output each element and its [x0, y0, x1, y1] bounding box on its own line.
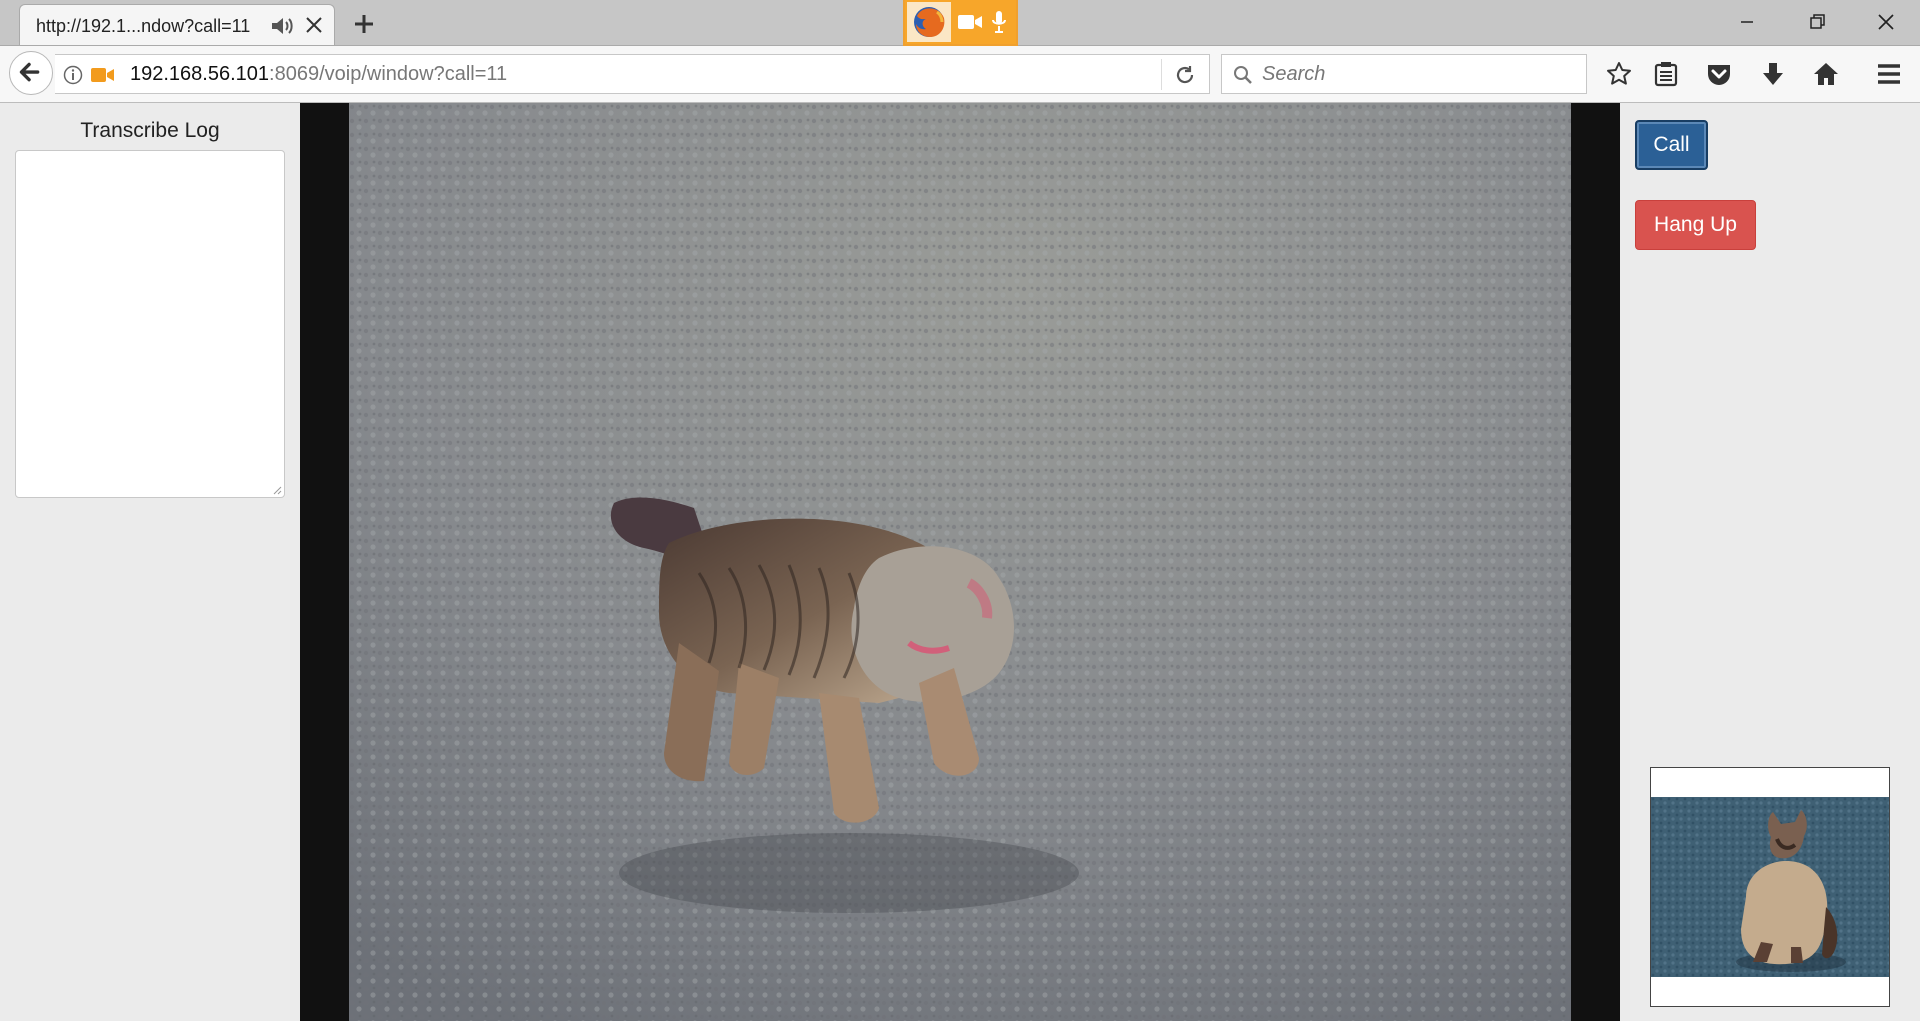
speaker-icon[interactable]: [270, 15, 294, 37]
navigation-bar: 192.168.56.101:8069/voip/window?call=11 …: [0, 46, 1920, 103]
camera-icon[interactable]: [91, 66, 115, 84]
restore-icon[interactable]: [1800, 6, 1834, 38]
home-icon[interactable]: [1812, 60, 1840, 88]
search-placeholder: Search: [1262, 63, 1326, 85]
reload-icon[interactable]: [1174, 64, 1196, 86]
camera-icon: [958, 15, 982, 29]
url-text: 192.168.56.101:8069/voip/window?call=11: [130, 63, 507, 86]
url-bar[interactable]: 192.168.56.101:8069/voip/window?call=11: [55, 54, 1210, 94]
tab-title: http://192.1...ndow?call=11: [36, 16, 251, 36]
local-video-frame: [1651, 797, 1889, 977]
transcribe-log-title: Transcribe Log: [80, 119, 220, 142]
local-video[interactable]: [1650, 767, 1890, 1007]
search-input[interactable]: Search: [1221, 54, 1587, 94]
hang-up-button[interactable]: Hang Up: [1635, 200, 1756, 250]
browser-tab[interactable]: http://192.1...ndow?call=11: [19, 4, 335, 45]
sharing-indicator[interactable]: [903, 0, 1018, 46]
url-path: :8069/voip/window?call=11: [269, 63, 508, 85]
url-host: 192.168.56.101: [130, 63, 270, 85]
remote-video-frame: [349, 103, 1571, 1021]
back-button[interactable]: [9, 51, 53, 95]
window-close-icon[interactable]: [1869, 6, 1903, 38]
close-icon[interactable]: [303, 14, 325, 36]
clipboard-icon[interactable]: [1652, 60, 1680, 88]
info-icon[interactable]: [63, 65, 83, 85]
download-icon[interactable]: [1759, 60, 1787, 88]
hamburger-menu-icon[interactable]: [1875, 60, 1903, 88]
minimize-icon[interactable]: [1730, 6, 1764, 38]
tab-strip: http://192.1...ndow?call=11: [0, 0, 1920, 46]
search-icon: [1234, 66, 1252, 84]
new-tab-icon[interactable]: [350, 10, 378, 38]
firefox-icon: [907, 2, 951, 42]
resize-grip-icon[interactable]: [270, 483, 282, 495]
remote-video[interactable]: [300, 103, 1620, 1021]
call-button[interactable]: Call: [1635, 120, 1708, 170]
pocket-icon[interactable]: [1705, 60, 1733, 88]
page-content: Transcribe Log Call Hang Up: [0, 103, 1920, 1021]
microphone-icon: [992, 11, 1006, 33]
back-arrow-icon: [19, 62, 40, 82]
transcribe-log-textarea[interactable]: [15, 150, 285, 498]
url-divider: [1161, 59, 1162, 90]
star-icon[interactable]: [1605, 60, 1633, 88]
